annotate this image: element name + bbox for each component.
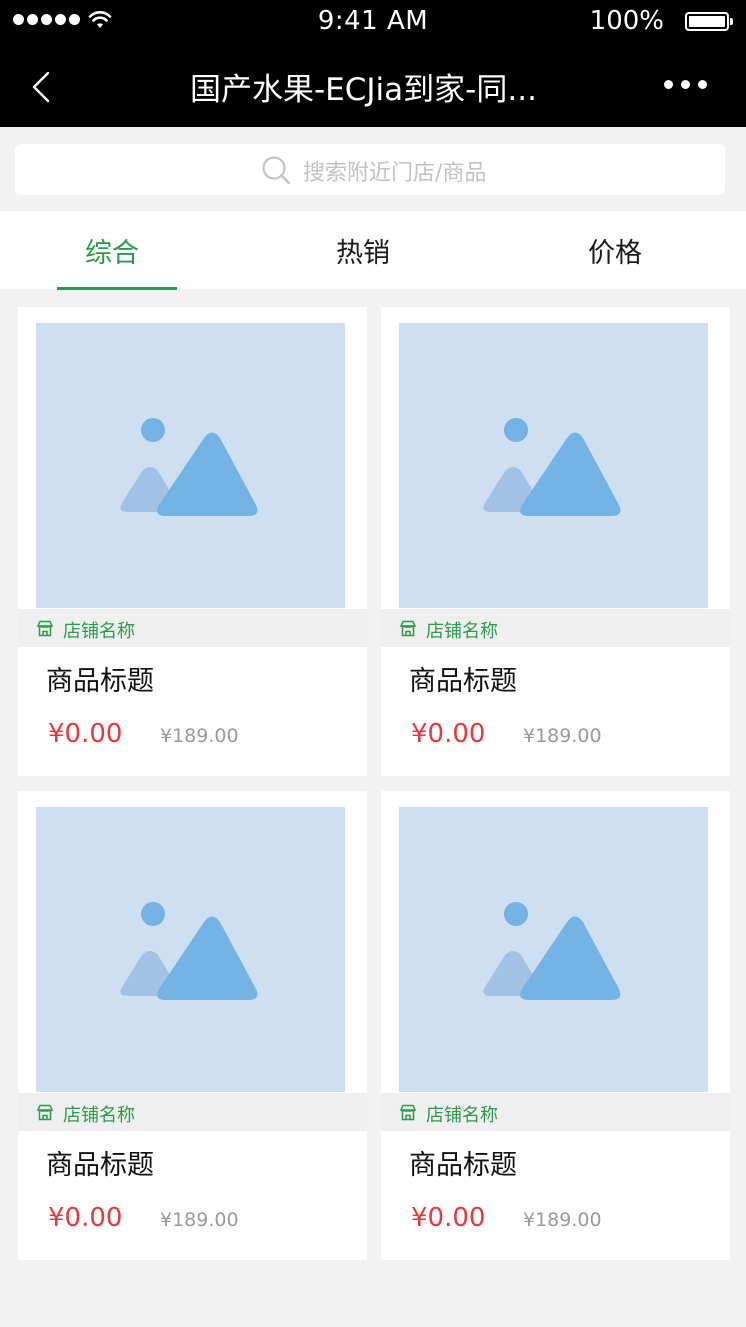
product-image-placeholder bbox=[36, 807, 345, 1092]
shop-row[interactable]: 店铺名称 bbox=[381, 1093, 730, 1131]
store-icon bbox=[36, 620, 54, 637]
product-card[interactable]: 店铺名称 商品标题 ¥0.00 ¥189.00 bbox=[381, 307, 730, 776]
original-price: ¥189.00 bbox=[523, 1209, 602, 1231]
shop-name: 店铺名称 bbox=[63, 621, 135, 642]
product-title: 商品标题 bbox=[46, 666, 154, 697]
shop-name: 店铺名称 bbox=[426, 1105, 498, 1126]
search-placeholder: 搜索附近门店/商品 bbox=[303, 161, 487, 186]
product-image-placeholder bbox=[36, 323, 345, 608]
search-section: 搜索附近门店/商品 bbox=[0, 127, 746, 211]
store-icon bbox=[399, 620, 417, 637]
image-placeholder-icon bbox=[120, 902, 258, 1000]
product-image-placeholder bbox=[399, 807, 708, 1092]
active-tab-indicator bbox=[57, 287, 177, 290]
product-price: ¥0.00 bbox=[411, 1203, 486, 1233]
original-price: ¥189.00 bbox=[160, 725, 239, 747]
top-bar: 9:41 AM 100% 国产水果-ECJia到家-同... bbox=[0, 0, 746, 127]
product-title: 商品标题 bbox=[409, 666, 517, 697]
image-placeholder-icon bbox=[483, 902, 621, 1000]
shop-name: 店铺名称 bbox=[63, 1105, 135, 1126]
store-icon bbox=[399, 1104, 417, 1121]
search-input[interactable]: 搜索附近门店/商品 bbox=[15, 144, 725, 195]
battery-percentage: 100% bbox=[589, 6, 664, 36]
store-icon bbox=[36, 1104, 54, 1121]
status-bar: 9:41 AM 100% bbox=[0, 0, 746, 44]
product-price: ¥0.00 bbox=[411, 719, 486, 749]
sort-tabs: 综合 热销 价格 bbox=[0, 211, 746, 290]
tab-price[interactable]: 价格 bbox=[535, 231, 695, 270]
product-title: 商品标题 bbox=[46, 1150, 154, 1181]
product-card[interactable]: 店铺名称 商品标题 ¥0.00 ¥189.00 bbox=[381, 791, 730, 1260]
battery-icon bbox=[685, 12, 733, 31]
product-price: ¥0.00 bbox=[48, 719, 123, 749]
shop-row[interactable]: 店铺名称 bbox=[381, 609, 730, 647]
tab-hot-sales[interactable]: 热销 bbox=[283, 231, 443, 270]
original-price: ¥189.00 bbox=[160, 1209, 239, 1231]
image-placeholder-icon bbox=[483, 418, 621, 516]
product-title: 商品标题 bbox=[409, 1150, 517, 1181]
search-icon bbox=[262, 156, 291, 185]
page-title: 国产水果-ECJia到家-同... bbox=[190, 72, 537, 108]
shop-name: 店铺名称 bbox=[426, 621, 498, 642]
original-price: ¥189.00 bbox=[523, 725, 602, 747]
product-image-placeholder bbox=[399, 323, 708, 608]
shop-row[interactable]: 店铺名称 bbox=[18, 1093, 367, 1131]
more-options-icon[interactable] bbox=[664, 80, 707, 89]
tab-comprehensive[interactable]: 综合 bbox=[32, 231, 192, 270]
product-card[interactable]: 店铺名称 商品标题 ¥0.00 ¥189.00 bbox=[18, 307, 367, 776]
product-card[interactable]: 店铺名称 商品标题 ¥0.00 ¥189.00 bbox=[18, 791, 367, 1260]
image-placeholder-icon bbox=[120, 418, 258, 516]
product-price: ¥0.00 bbox=[48, 1203, 123, 1233]
shop-row[interactable]: 店铺名称 bbox=[18, 609, 367, 647]
back-arrow-icon[interactable] bbox=[28, 70, 54, 104]
